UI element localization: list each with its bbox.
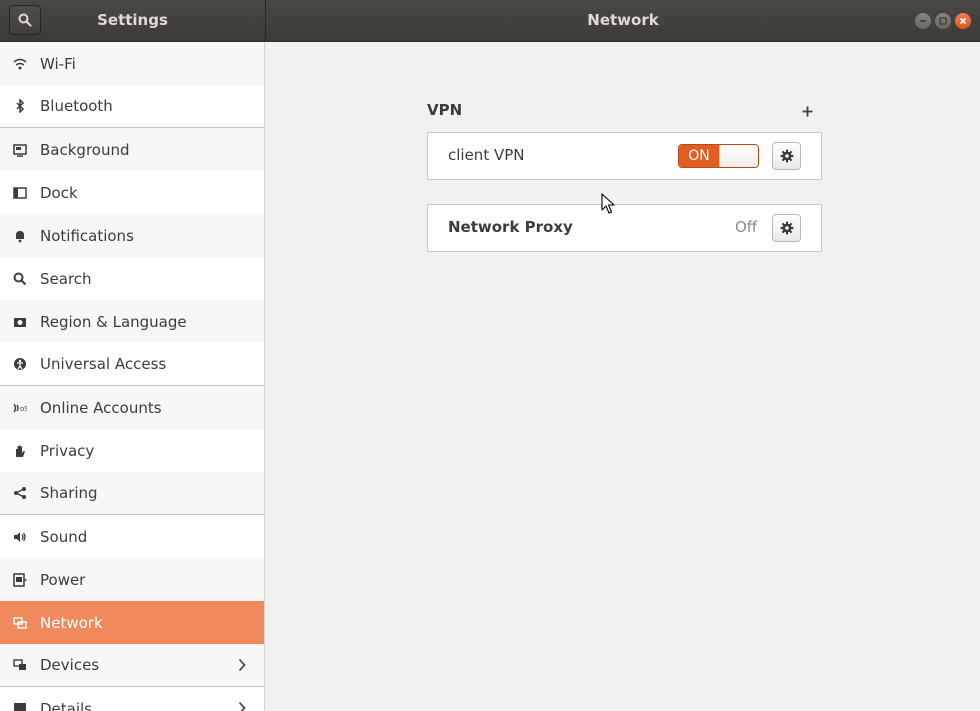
minimize-button[interactable]	[915, 13, 931, 29]
online-accounts-icon: oS	[12, 400, 28, 416]
add-vpn-button[interactable]	[797, 100, 817, 122]
page-title: Network	[587, 11, 659, 29]
gear-icon	[780, 149, 793, 163]
proxy-settings-button[interactable]	[772, 214, 801, 242]
sidebar-item-label: Details	[40, 699, 93, 711]
sidebar-item-label: Dock	[40, 183, 78, 202]
vpn-connection-row: client VPN ON	[427, 132, 822, 180]
sidebar-item-notifications[interactable]: Notifications	[0, 214, 264, 257]
mouse-pointer-icon	[601, 193, 615, 214]
vpn-toggle-switch[interactable]: ON	[678, 144, 759, 168]
accessibility-icon	[12, 356, 28, 372]
sidebar-item-label: Universal Access	[40, 355, 167, 373]
sidebar-item-label: Power	[40, 570, 86, 589]
sidebar-item-label: Privacy	[40, 441, 95, 460]
sidebar-item-wifi[interactable]: Wi-Fi	[0, 42, 264, 85]
sidebar-item-label: Devices	[40, 656, 100, 674]
sidebar-item-background[interactable]: Background	[0, 128, 264, 171]
devices-icon	[12, 657, 28, 673]
sidebar-item-label: Sharing	[40, 484, 98, 502]
gear-icon	[780, 221, 793, 235]
sidebar-item-online-accounts[interactable]: oS Online Accounts	[0, 386, 264, 429]
sidebar-item-label: Online Accounts	[40, 398, 162, 417]
sidebar-item-privacy[interactable]: Privacy	[0, 429, 264, 472]
sidebar-item-search[interactable]: Search	[0, 257, 264, 300]
bluetooth-icon	[12, 98, 28, 114]
vpn-connection-name: client VPN	[448, 146, 525, 164]
search-icon	[12, 271, 28, 287]
details-icon	[12, 701, 28, 711]
sidebar-item-devices[interactable]: Devices	[0, 644, 264, 687]
minimize-icon	[920, 20, 926, 22]
sidebar-item-details[interactable]: Details	[0, 687, 264, 711]
network-icon	[12, 615, 28, 631]
maximize-button[interactable]	[935, 13, 951, 29]
sidebar-item-label: Region & Language	[40, 312, 187, 331]
wifi-icon	[12, 56, 28, 72]
sidebar: Wi-Fi Bluetooth Background Dock Notifica…	[0, 42, 265, 711]
share-icon	[12, 485, 28, 501]
plus-icon	[802, 106, 812, 116]
chevron-right-icon	[238, 701, 246, 711]
sidebar-item-label: Search	[40, 269, 92, 288]
sidebar-item-bluetooth[interactable]: Bluetooth	[0, 85, 264, 128]
proxy-status-text: Off	[735, 218, 758, 236]
power-plug-icon	[12, 572, 28, 588]
sidebar-item-dock[interactable]: Dock	[0, 171, 264, 214]
sidebar-item-label: Background	[40, 140, 130, 159]
sidebar-item-region-language[interactable]: Region & Language	[0, 300, 264, 343]
sidebar-title: Settings	[97, 11, 168, 29]
bell-icon	[12, 228, 28, 244]
sidebar-item-sharing[interactable]: Sharing	[0, 472, 264, 515]
vpn-settings-button[interactable]	[772, 142, 801, 170]
dock-icon	[12, 185, 28, 201]
vpn-section-title: VPN	[427, 101, 463, 119]
maximize-icon	[939, 17, 947, 25]
toggle-knob[interactable]	[719, 145, 758, 167]
sidebar-item-label: Bluetooth	[40, 97, 113, 115]
close-button[interactable]	[955, 13, 971, 29]
sidebar-item-label: Wi-Fi	[40, 54, 76, 73]
sidebar-item-network[interactable]: Network	[0, 601, 264, 644]
network-proxy-row: Network Proxy Off	[427, 204, 822, 252]
network-proxy-label: Network Proxy	[448, 218, 573, 236]
sidebar-item-label: Sound	[40, 527, 88, 546]
region-icon	[12, 314, 28, 330]
sidebar-item-label: Network	[40, 613, 103, 632]
sidebar-item-sound[interactable]: Sound	[0, 515, 264, 558]
speaker-icon	[12, 529, 28, 545]
sidebar-item-universal-access[interactable]: Universal Access	[0, 343, 264, 386]
hand-icon	[12, 443, 28, 459]
sidebar-item-power[interactable]: Power	[0, 558, 264, 601]
svg-text:oS: oS	[20, 405, 27, 413]
background-icon	[12, 142, 28, 158]
close-icon	[959, 17, 967, 25]
sidebar-item-label: Notifications	[40, 226, 134, 245]
chevron-right-icon	[238, 658, 246, 672]
toggle-state-label: ON	[679, 145, 719, 167]
header-bar: Settings Network	[0, 0, 980, 42]
